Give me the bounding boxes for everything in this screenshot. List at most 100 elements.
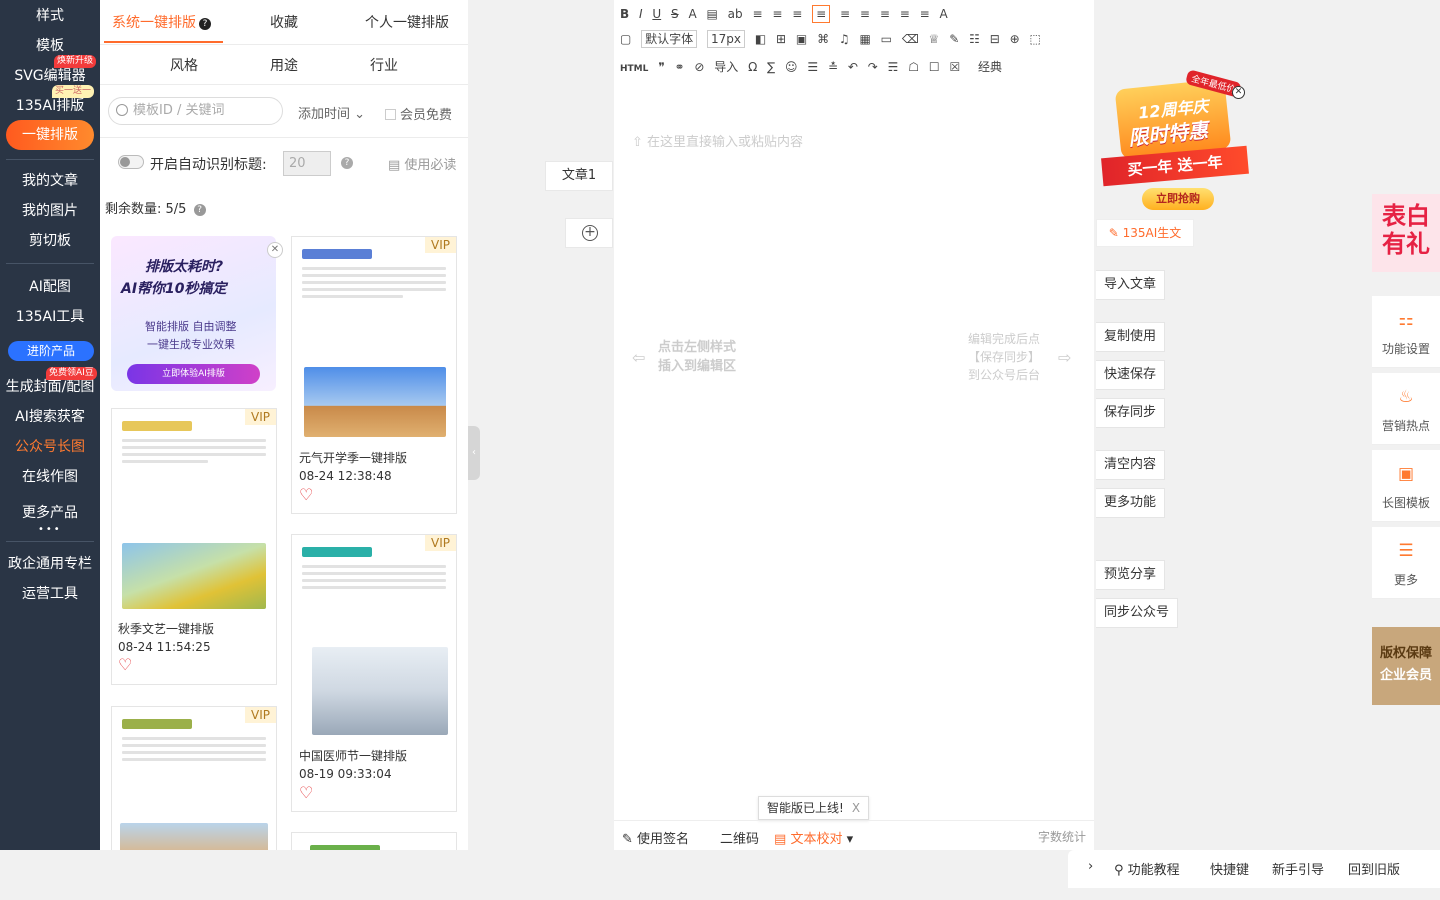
gift-banner[interactable]: 表白有礼 — [1372, 194, 1440, 272]
nav-ai-search[interactable]: AI搜索获客 — [0, 407, 100, 427]
old-version-link[interactable]: 回到旧版 — [1348, 859, 1400, 878]
text-highlight-icon[interactable]: ab — [728, 7, 743, 21]
link-icon[interactable]: ⚭ — [675, 60, 685, 74]
list-spacing-icon[interactable]: ≡ — [900, 7, 910, 21]
copy-use-button[interactable]: 复制使用 — [1096, 322, 1166, 352]
table-icon[interactable]: ⊞ — [776, 32, 786, 46]
help-icon[interactable]: ? — [199, 18, 211, 30]
outdent-icon[interactable]: ≡ — [860, 7, 870, 21]
tab-favorites[interactable]: 收藏 — [270, 12, 298, 32]
nav-templates[interactable]: 模板 — [0, 36, 100, 56]
nav-advanced-products[interactable]: 进阶产品 — [8, 341, 94, 361]
import-button[interactable]: 导入 — [714, 58, 738, 75]
nav-long-image[interactable]: 公众号长图 — [0, 437, 100, 457]
marketing-hotspot-button[interactable]: ♨ 营销热点 — [1372, 373, 1440, 445]
chevron-right-icon[interactable]: › — [1088, 859, 1093, 874]
clear-content-button[interactable]: 清空内容 — [1096, 450, 1166, 480]
nav-135ai[interactable]: 135AI排版 — [0, 96, 100, 116]
template-search-input[interactable]: 模板ID / 关键词 — [108, 97, 283, 125]
align-center-icon[interactable]: ≡ — [772, 7, 782, 21]
ai-layout-promo[interactable]: 排版太耗时? AI帮你10秒搞定 智能排版 自由调整 一键生成专业效果 立即体验… — [111, 236, 276, 391]
import-article-button[interactable]: 导入文章 — [1096, 270, 1166, 300]
list-icon[interactable]: ☷ — [969, 32, 980, 46]
heart-icon[interactable]: ♡ — [299, 783, 313, 802]
copyright-enterprise-banner[interactable]: 版权保障 企业会员 — [1372, 627, 1440, 705]
subtab-industry[interactable]: 行业 — [370, 55, 398, 75]
collapse-panel-handle[interactable]: ‹ — [468, 426, 480, 480]
nav-ai-images[interactable]: AI配图 — [0, 277, 100, 297]
tab-personal-layout[interactable]: 个人一键排版 — [365, 12, 449, 32]
ai-write-button[interactable]: ✎ 135AI生文 — [1096, 219, 1194, 247]
heart-icon[interactable]: ♡ — [118, 655, 132, 674]
preview-share-button[interactable]: 预览分享 — [1096, 560, 1166, 590]
close-icon[interactable]: ✕ — [1232, 86, 1245, 99]
nav-more-products[interactable]: 更多产品 — [0, 503, 100, 523]
paragraph-icon[interactable]: ☴ — [888, 60, 899, 74]
nav-one-click-layout[interactable]: 一键排版 — [6, 120, 94, 150]
redo-icon[interactable]: ↷ — [868, 60, 878, 74]
nav-my-images[interactable]: 我的图片 — [0, 201, 100, 221]
try-ai-layout-button[interactable]: 立即体验AI排版 — [127, 364, 260, 384]
image-edit-icon[interactable]: ☒ — [949, 60, 960, 74]
proofread-button[interactable]: ▤ 文本校对 ▾ — [774, 828, 853, 847]
paragraph-spacing-icon[interactable]: ≡ — [880, 7, 890, 21]
nav-ops-tools[interactable]: 运营工具 — [0, 584, 100, 604]
strikethrough-icon[interactable]: S — [671, 7, 679, 21]
nav-gov-column[interactable]: 政企通用专栏 — [0, 554, 100, 574]
hotkeys-link[interactable]: 快捷键 — [1210, 859, 1249, 878]
subtab-usage[interactable]: 用途 — [270, 55, 298, 75]
help-icon[interactable]: ? — [341, 157, 353, 169]
italic-icon[interactable]: I — [639, 7, 643, 21]
quick-save-button[interactable]: 快速保存 — [1096, 360, 1166, 390]
newbie-guide-link[interactable]: 新手引导 — [1272, 859, 1324, 878]
image-icon[interactable]: ▣ — [796, 32, 807, 46]
stamp-icon[interactable]: ☖ — [908, 60, 919, 74]
anniversary-promo[interactable]: 12周年庆 限时特惠 买一年 送一年 立即抢购 全年最低价 ✕ — [1098, 69, 1253, 219]
save-sync-button[interactable]: 保存同步 — [1096, 398, 1166, 428]
crown-icon[interactable]: ♕ — [929, 32, 940, 46]
buy-now-button[interactable]: 立即抢购 — [1142, 188, 1214, 210]
sort-select[interactable]: 添加时间 ⌄ — [298, 103, 365, 122]
fullscreen-icon[interactable]: ⬚ — [1030, 32, 1041, 46]
template-card[interactable] — [291, 832, 457, 850]
editor-placeholder[interactable]: ⇧ 在这里直接输入或粘贴内容 — [632, 131, 803, 150]
classic-mode-select[interactable]: 经典 — [978, 58, 1002, 75]
align-right-icon[interactable]: ≡ — [792, 7, 802, 21]
more-functions-button[interactable]: 更多功能 — [1096, 488, 1166, 518]
auto-title-toggle[interactable] — [118, 155, 144, 169]
tutorial-link[interactable]: ⚲ 功能教程 — [1114, 859, 1180, 878]
undo-icon[interactable]: ↶ — [848, 60, 858, 74]
textbox-icon[interactable]: ☐ — [929, 60, 940, 74]
video-icon[interactable]: ⌘ — [817, 32, 829, 46]
use-signature-button[interactable]: ✎ 使用签名 — [622, 828, 689, 847]
usage-guide-link[interactable]: ▤ 使用必读 — [388, 154, 456, 173]
new-doc-icon[interactable]: ▢ — [620, 32, 631, 46]
bold-icon[interactable]: B — [620, 7, 629, 21]
audio-icon[interactable]: ♫ — [839, 32, 850, 46]
nav-generate-cover[interactable]: 生成封面/配图 — [0, 377, 100, 397]
align-justify-icon[interactable]: ≡ — [812, 5, 831, 23]
nav-online-design[interactable]: 在线作图 — [0, 467, 100, 487]
line-height-icon[interactable]: ≡ — [920, 7, 930, 21]
more-button[interactable]: ☰ 更多 — [1372, 527, 1440, 599]
auto-title-number-input[interactable]: 20 — [283, 151, 331, 176]
layout-icon[interactable]: ▦ — [860, 32, 871, 46]
close-icon[interactable]: ✕ — [267, 242, 283, 258]
member-free-checkbox[interactable]: 会员免费 — [385, 104, 452, 123]
indent-icon[interactable]: ≡ — [840, 7, 850, 21]
help-icon[interactable]: ? — [193, 204, 206, 216]
magic-wand-icon[interactable]: ✎ — [949, 32, 959, 46]
long-image-template-button[interactable]: ▣ 长图模板 — [1372, 450, 1440, 522]
unlink-icon[interactable]: ⊘ — [694, 60, 704, 74]
underline-icon[interactable]: U — [652, 7, 661, 21]
nav-styles[interactable]: 样式 — [0, 6, 100, 26]
bullet-list-icon[interactable]: ☰ — [807, 60, 818, 74]
nav-clipboard[interactable]: 剪切板 — [0, 231, 100, 251]
subtab-style[interactable]: 风格 — [170, 55, 198, 75]
heading-icon[interactable]: ≛ — [828, 60, 838, 74]
font-family-select[interactable]: 默认字体 — [641, 30, 698, 48]
emoji-icon[interactable]: ☺ — [785, 60, 798, 74]
doc-tab-article1[interactable]: 文章1 — [545, 161, 613, 191]
letter-spacing-icon[interactable]: A — [939, 7, 947, 21]
sync-wechat-button[interactable]: 同步公众号 — [1096, 598, 1179, 628]
